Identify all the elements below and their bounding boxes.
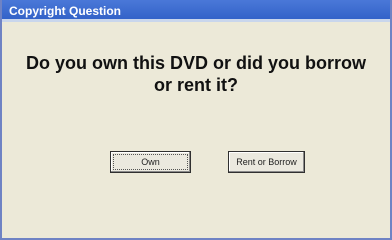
title-bar[interactable]: Copyright Question	[2, 0, 390, 22]
window-title: Copyright Question	[9, 4, 121, 18]
dialog-question: Do you own this DVD or did you borrow or…	[26, 53, 366, 95]
own-button[interactable]: Own	[110, 151, 191, 173]
copyright-dialog: Copyright Question Do you own this DVD o…	[0, 0, 392, 240]
title-bar-accent	[2, 19, 390, 22]
rent-or-borrow-button[interactable]: Rent or Borrow	[228, 151, 305, 173]
